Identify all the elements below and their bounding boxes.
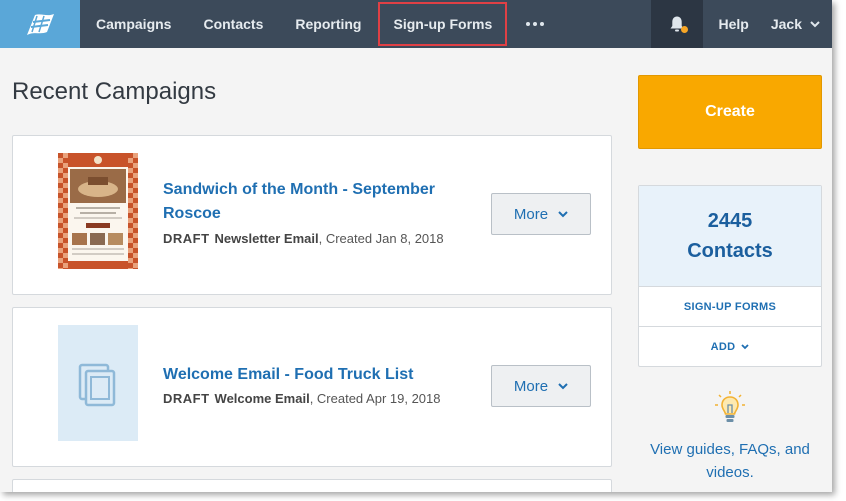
campaign-thumbnail[interactable] [58, 325, 138, 441]
created-date: , Created Jan 8, 2018 [318, 231, 444, 246]
status-badge: DRAFT [163, 231, 210, 246]
campaign-title[interactable]: Welcome Email - Food Truck List [163, 363, 473, 387]
email-template-icon [78, 363, 116, 407]
chevron-down-icon [741, 344, 749, 350]
page-title: Recent Campaigns [12, 78, 217, 105]
contacts-summary: 2445 Contacts SIGN-UP FORMS ADD [638, 185, 822, 367]
nav-signup-forms[interactable]: Sign-up Forms [377, 0, 508, 48]
chevron-down-icon [558, 210, 568, 217]
campaign-meta: DRAFT Welcome Email, Created Apr 19, 2018 [163, 391, 441, 406]
notification-dot [680, 26, 688, 33]
signup-forms-link[interactable]: SIGN-UP FORMS [639, 287, 821, 327]
create-button[interactable]: Create [638, 75, 822, 149]
logo[interactable] [0, 0, 80, 48]
more-button[interactable]: More [491, 365, 591, 407]
lightbulb-icon [715, 391, 745, 422]
help-guides: View guides, FAQs, and videos. [638, 390, 822, 484]
campaign-card: Welcome Email - Food Truck List DRAFT Wel… [12, 307, 612, 467]
more-button-label: More [513, 205, 549, 223]
status-badge: DRAFT [163, 391, 210, 406]
campaign-card [12, 479, 612, 492]
nav-reporting[interactable]: Reporting [279, 0, 377, 48]
campaign-type: Newsletter Email [214, 231, 319, 246]
campaign-type: Welcome Email [214, 391, 310, 406]
more-button-label: More [513, 377, 549, 395]
nav-campaigns[interactable]: Campaigns [80, 0, 187, 48]
user-name: Jack [770, 16, 802, 32]
newsletter-preview-image [58, 153, 138, 269]
nav-contacts[interactable]: Contacts [187, 0, 279, 48]
chevron-down-icon [810, 20, 820, 27]
more-dots-icon [526, 22, 545, 26]
notifications-button[interactable] [650, 0, 703, 48]
campaign-title[interactable]: Sandwich of the Month - September Roscoe [163, 178, 473, 226]
campaign-thumbnail[interactable] [58, 153, 138, 269]
campaign-meta: DRAFT Newsletter Email, Created Jan 8, 20… [163, 231, 444, 246]
created-date: , Created Apr 19, 2018 [309, 391, 441, 406]
add-label: ADD [710, 341, 736, 353]
nav-more-button[interactable] [508, 0, 562, 48]
chevron-down-icon [558, 382, 568, 389]
nav-help[interactable]: Help [703, 0, 765, 48]
top-nav: Campaigns Contacts Reporting Sign-up For… [0, 0, 832, 48]
app-window: Campaigns Contacts Reporting Sign-up For… [0, 0, 832, 492]
flag-logo-icon [27, 14, 54, 35]
contacts-label: Contacts [687, 240, 773, 262]
campaign-card: Sandwich of the Month - September Roscoe… [12, 135, 612, 295]
user-menu[interactable]: Jack [765, 0, 832, 48]
contacts-count: 2445 [707, 210, 753, 232]
contacts-count-link[interactable]: 2445 Contacts [639, 186, 821, 287]
more-button[interactable]: More [491, 193, 591, 235]
add-contacts-button[interactable]: ADD [639, 327, 821, 367]
guides-link[interactable]: View guides, FAQs, and videos. [638, 438, 822, 484]
